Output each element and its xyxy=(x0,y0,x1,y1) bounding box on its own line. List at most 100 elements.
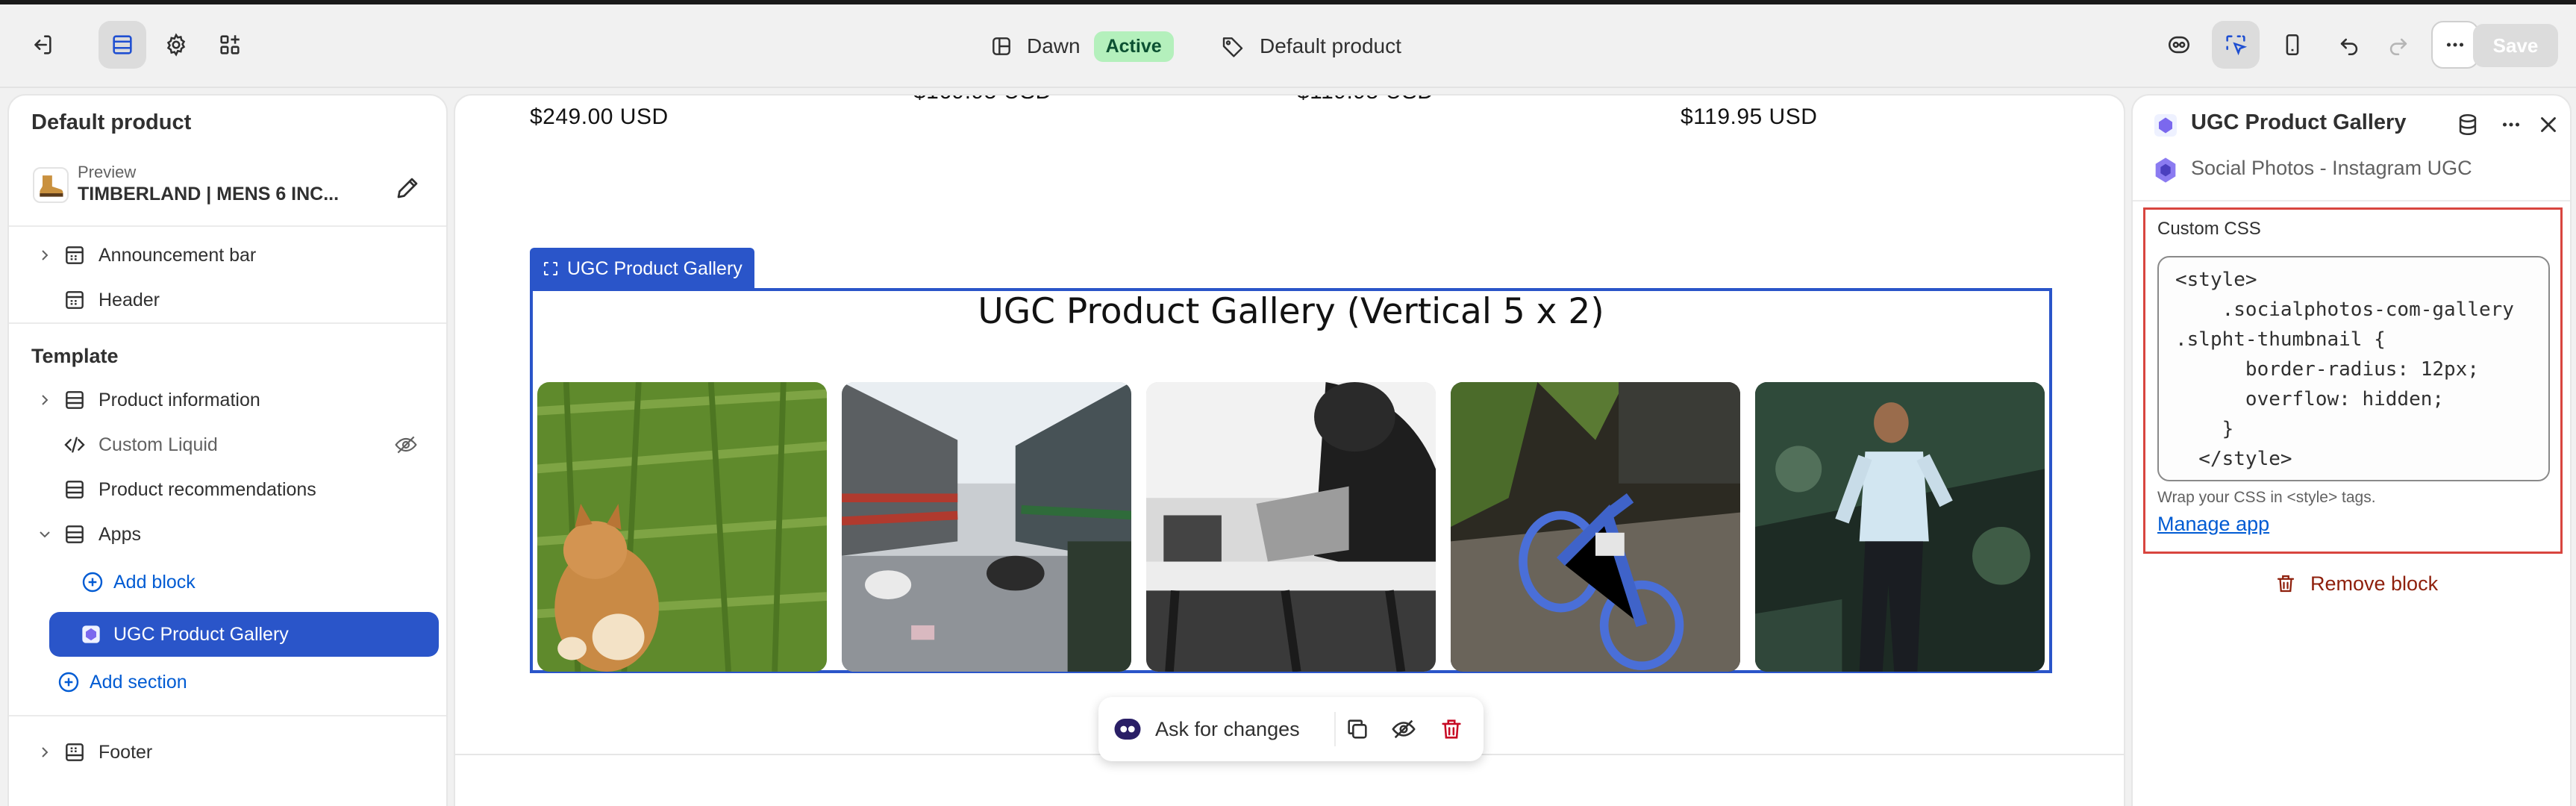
app-embeds-button[interactable] xyxy=(206,21,254,69)
ugc-photo[interactable] xyxy=(537,382,827,672)
divider xyxy=(9,715,446,716)
redo-icon xyxy=(2389,38,2407,56)
close-icon[interactable] xyxy=(2536,112,2561,137)
pencil-icon[interactable] xyxy=(394,175,421,202)
custom-css-help: Wrap your CSS in <style> tags. xyxy=(2157,489,2376,506)
custom-css-setting: Custom CSS <style> .socialphotos-com-gal… xyxy=(2143,207,2563,554)
sidekick-icon[interactable] xyxy=(1112,713,1143,745)
more-horizontal-icon xyxy=(2446,43,2464,47)
add-block-button[interactable]: Add block xyxy=(9,561,446,603)
section-header[interactable]: Header xyxy=(9,279,446,321)
custom-css-textarea[interactable]: <style> .socialphotos-com-gallery .slpht… xyxy=(2157,256,2550,481)
template-title: Default product xyxy=(31,110,192,134)
redo-button[interactable] xyxy=(2375,21,2422,69)
market-street-scooters-image xyxy=(842,382,1131,672)
app-block-icon xyxy=(82,625,100,643)
sections-sidebar: Default product Preview TIMBERLAND | MEN… xyxy=(7,94,448,806)
theme-name: Dawn xyxy=(1027,34,1081,57)
storefront-preview[interactable]: $249.00 USD $169.95 USD $119.95 USD $119… xyxy=(454,94,2125,806)
ugc-photo[interactable] xyxy=(1451,382,1740,672)
divider xyxy=(1334,712,1336,746)
section-label: Custom Liquid xyxy=(99,434,218,455)
selected-block-tag[interactable]: UGC Product Gallery xyxy=(530,248,754,290)
section-icon xyxy=(66,525,84,543)
add-section-label: Add section xyxy=(90,671,187,693)
ugc-photo[interactable] xyxy=(1755,382,2045,672)
section-apps[interactable]: Apps xyxy=(9,513,446,555)
more-horizontal-icon[interactable] xyxy=(2498,112,2524,137)
section-icon xyxy=(66,391,84,409)
undo-button[interactable] xyxy=(2325,21,2373,69)
remove-block-label: Remove block xyxy=(2310,572,2439,595)
template-heading: Template xyxy=(31,345,119,367)
section-label: Header xyxy=(99,289,160,310)
exit-editor-button[interactable] xyxy=(18,21,66,69)
ugc-gallery-block[interactable]: UGC Product Gallery (Vertical 5 x 2) xyxy=(530,288,2052,673)
layout-icon xyxy=(992,37,1010,55)
section-label: Product recommendations xyxy=(99,478,316,500)
blue-bicycle-night-image xyxy=(1451,382,1740,672)
ask-for-changes-toolbar: Ask for changes xyxy=(1098,697,1484,761)
template-selector[interactable]: Default product xyxy=(1221,4,1401,88)
gallery-title: UGC Product Gallery (Vertical 5 x 2) xyxy=(978,291,1604,332)
ugc-photo[interactable] xyxy=(842,382,1131,672)
template-name: Default product xyxy=(1260,34,1401,57)
plus-circle-icon xyxy=(82,572,103,593)
sidekick-button[interactable] xyxy=(2155,21,2203,69)
ask-for-changes-button[interactable]: Ask for changes xyxy=(1155,718,1300,741)
section-footer[interactable]: Footer xyxy=(9,731,446,773)
mobile-preview-button[interactable] xyxy=(2269,21,2316,69)
section-custom-liquid[interactable]: Custom Liquid xyxy=(9,424,446,466)
preview-product-name: TIMBERLAND | MENS 6 INC... xyxy=(78,184,340,204)
preview-label: Preview xyxy=(78,163,137,181)
section-product-information[interactable]: Product information xyxy=(9,379,446,421)
app-name: Social Photos - Instagram UGC xyxy=(2191,157,2472,179)
divider xyxy=(9,322,446,324)
sections-view-button[interactable] xyxy=(99,21,146,69)
block-settings-header: UGC Product Gallery Social Photos - Inst… xyxy=(2133,96,2570,207)
section-label: Footer xyxy=(99,741,153,763)
section-header-icon xyxy=(66,291,84,309)
hide-eye-icon[interactable] xyxy=(1391,716,1416,742)
section-label: Product information xyxy=(99,389,260,410)
editor-toolbar: Dawn Active Default product Save xyxy=(0,4,2576,88)
add-section-button[interactable]: Add section xyxy=(9,661,446,703)
block-ugc-product-gallery[interactable]: UGC Product Gallery xyxy=(49,612,439,657)
sections-icon xyxy=(113,35,132,54)
product-price: $169.95 USD xyxy=(913,96,1052,104)
manage-app-link[interactable]: Manage app xyxy=(2157,513,2269,536)
duplicate-icon[interactable] xyxy=(1345,716,1370,742)
custom-css-label: Custom CSS xyxy=(2157,219,2261,239)
gear-icon xyxy=(166,33,186,57)
hidden-eye-icon[interactable] xyxy=(394,433,418,457)
selection-icon xyxy=(544,262,557,275)
section-icon xyxy=(66,481,84,499)
tag-icon xyxy=(1222,37,1243,57)
section-footer-icon xyxy=(66,743,84,761)
trash-icon[interactable] xyxy=(1439,716,1464,742)
inspector-button[interactable] xyxy=(2212,21,2260,69)
theme-selector[interactable]: Dawn Active xyxy=(990,4,1174,88)
section-announcement-bar[interactable]: Announcement bar xyxy=(9,234,446,276)
more-actions-button[interactable] xyxy=(2431,21,2479,69)
app-block-icon xyxy=(2154,114,2177,137)
chevron-down-icon[interactable] xyxy=(36,525,54,543)
man-walking-shade-image xyxy=(1755,382,2045,672)
undo-icon xyxy=(2340,38,2358,56)
block-title: UGC Product Gallery xyxy=(2191,110,2407,134)
chevron-right-icon[interactable] xyxy=(36,743,54,761)
save-button[interactable]: Save xyxy=(2473,24,2558,67)
chevron-right-icon[interactable] xyxy=(36,246,54,264)
section-label: Announcement bar xyxy=(99,244,257,266)
product-thumbnail xyxy=(33,167,69,203)
remove-block-button[interactable]: Remove block xyxy=(2275,567,2438,600)
ugc-photo[interactable] xyxy=(1146,382,1436,672)
preview-product-row[interactable]: Preview TIMBERLAND | MENS 6 INC... xyxy=(25,160,436,213)
database-icon[interactable] xyxy=(2455,112,2480,137)
product-price: $249.00 USD xyxy=(530,104,669,129)
product-price: $119.95 USD xyxy=(1681,104,1818,129)
trash-icon xyxy=(2277,575,2295,593)
section-product-recommendations[interactable]: Product recommendations xyxy=(9,469,446,510)
chevron-right-icon[interactable] xyxy=(36,391,54,409)
theme-settings-button[interactable] xyxy=(152,21,200,69)
